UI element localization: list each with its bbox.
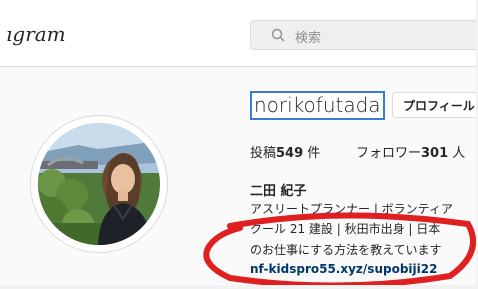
followers-label: フォロワー — [356, 146, 422, 161]
instagram-window: ıgram 検索 norikofutada プロフィール 投稿549 件 フォロ… — [0, 0, 476, 285]
edit-profile-button[interactable]: プロフィール — [392, 92, 476, 118]
posts-count: 549 — [276, 146, 304, 161]
followers-count-stat[interactable]: フォロワー301 人 — [356, 142, 465, 161]
followers-suffix: 人 — [448, 146, 466, 161]
top-navigation-bar: ıgram 検索 — [0, 0, 476, 67]
posts-count-stat: 投稿549 件 — [250, 142, 320, 161]
avatar-photo — [38, 123, 160, 245]
search-placeholder[interactable]: 検索 — [295, 27, 321, 46]
instagram-logo[interactable]: ıgram — [6, 22, 66, 46]
full-name: 二田 紀子 — [250, 184, 307, 199]
avatar[interactable] — [38, 123, 160, 245]
search-icon — [271, 28, 285, 42]
posts-suffix: 件 — [303, 146, 321, 161]
followers-count: 301 — [421, 146, 449, 161]
posts-label: 投稿 — [250, 146, 277, 161]
search-box[interactable]: 検索 — [250, 20, 476, 50]
username: norikofutada — [250, 91, 385, 120]
red-highlight-ellipse — [203, 212, 476, 285]
